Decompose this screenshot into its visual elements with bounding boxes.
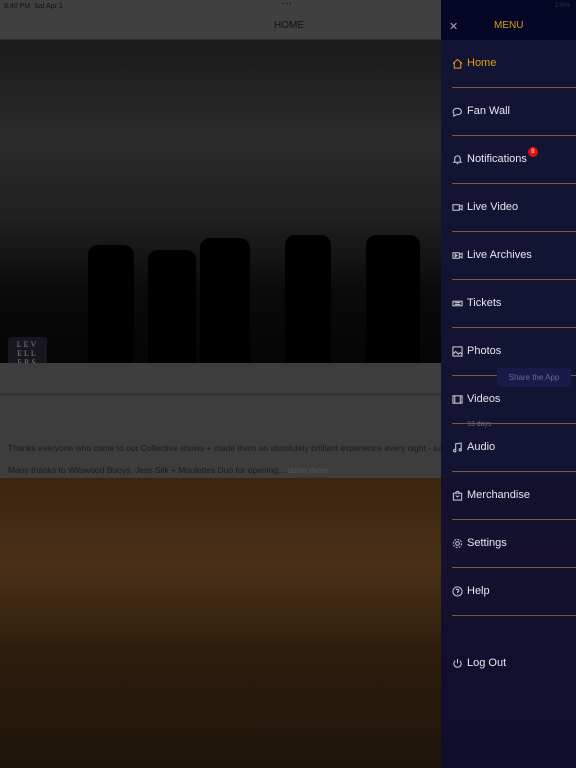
menu-item-notifications[interactable]: Notifications 8 xyxy=(452,147,538,169)
menu-item-audio[interactable]: Audio xyxy=(452,437,495,457)
video-camera-icon xyxy=(452,203,463,211)
menu-divider xyxy=(452,279,576,280)
menu-item-label: Live Archives xyxy=(467,249,532,261)
menu-item-label: Settings xyxy=(467,537,507,549)
menu-item-photos[interactable]: Photos xyxy=(452,341,501,361)
status-date: Sat Apr 1 xyxy=(33,3,63,10)
menu-divider xyxy=(452,327,576,328)
hero-band-image xyxy=(0,40,441,363)
menu-item-label: Tickets xyxy=(467,297,502,309)
menu-item-home[interactable]: Home xyxy=(452,53,496,73)
menu-divider xyxy=(452,615,576,616)
music-note-icon xyxy=(453,441,462,452)
menu-item-label: Fan Wall xyxy=(467,105,510,117)
menu-item-merchandise[interactable]: Merchandise xyxy=(452,485,530,505)
menu-item-live-archives[interactable]: Live Archives xyxy=(452,245,532,265)
help-icon xyxy=(452,585,463,597)
menu-item-live-video[interactable]: Live Video xyxy=(452,197,518,217)
menu-item-label: Audio xyxy=(467,441,496,453)
shopping-bag-icon xyxy=(452,490,463,501)
home-icon xyxy=(452,58,463,69)
multitask-dots: ••• xyxy=(282,1,293,8)
menu-item-label: Videos xyxy=(467,393,501,405)
menu-divider xyxy=(452,135,576,136)
film-icon xyxy=(452,394,463,404)
menu-item-label: Photos xyxy=(467,345,502,357)
menu-item-label: Live Video xyxy=(467,201,519,213)
menu-item-label: Home xyxy=(467,57,497,69)
menu-divider xyxy=(452,471,576,472)
post-area xyxy=(0,363,441,478)
menu-divider xyxy=(452,567,576,568)
menu-item-fan-wall[interactable]: Fan Wall xyxy=(452,101,510,121)
menu-item-label: Merchandise xyxy=(467,489,530,501)
menu-item-tickets[interactable]: Tickets xyxy=(452,293,501,313)
battery-indicator: 100% xyxy=(554,3,570,9)
archive-video-icon xyxy=(452,251,463,259)
post-text-line2: Many thanks to Wilswood Buoys, Jess Silk… xyxy=(8,465,288,475)
gear-icon xyxy=(452,538,463,548)
status-time: 8:40 PM xyxy=(4,3,31,10)
notification-badge: 8 xyxy=(527,147,538,157)
close-icon[interactable]: ✕ xyxy=(449,20,458,33)
menu-divider xyxy=(452,87,576,88)
page-title: HOME xyxy=(274,20,304,31)
menu-item-label: Log Out xyxy=(467,657,507,669)
menu-item-videos[interactable]: Videos xyxy=(452,389,500,409)
menu-divider xyxy=(452,183,576,184)
menu-item-label: Notifications 8 xyxy=(467,147,538,165)
bell-icon xyxy=(452,154,463,164)
chat-icon xyxy=(452,107,462,117)
share-app-button[interactable]: Share the App xyxy=(497,368,571,387)
menu-divider xyxy=(452,519,576,520)
menu-title: MENU xyxy=(494,20,524,31)
post-age: 13 days xyxy=(467,421,492,428)
menu-item-log-out[interactable]: Log Out xyxy=(452,653,506,673)
menu-item-settings[interactable]: Settings xyxy=(452,533,507,553)
menu-divider xyxy=(452,231,576,232)
post-text-line1: Thanks everyone who came to our Collecti… xyxy=(8,443,466,453)
menu-item-label: Help xyxy=(467,585,490,597)
ticket-icon xyxy=(452,300,463,306)
photo-icon xyxy=(452,345,463,357)
menu-item-help[interactable]: Help xyxy=(452,581,490,601)
show-more-link[interactable]: show more xyxy=(287,465,329,475)
power-icon xyxy=(453,658,462,668)
